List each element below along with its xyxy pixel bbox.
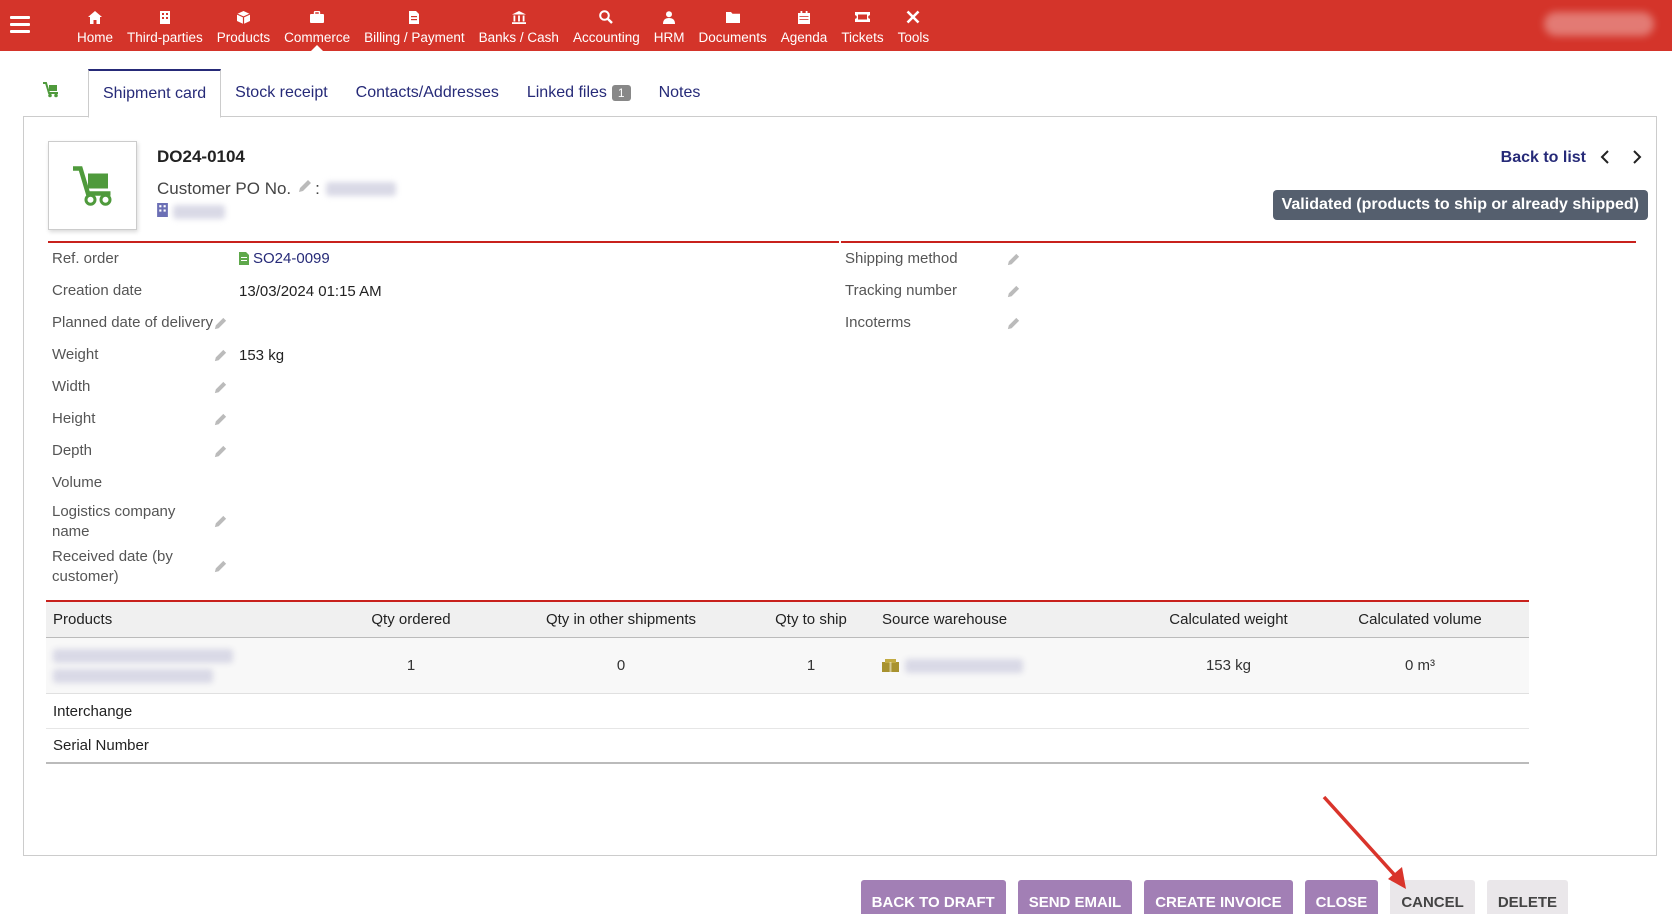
- pencil-icon[interactable]: [207, 559, 234, 574]
- shipment-fields-left: Ref. order SO24-0099 Creation date 13/03…: [48, 241, 839, 589]
- pencil-icon[interactable]: [207, 514, 234, 529]
- field-received-date: Received date (by customer): [48, 544, 839, 589]
- folder-icon: [725, 9, 741, 25]
- search-dollar-icon: [598, 9, 614, 25]
- top-menu-bar: Home Third-parties Products Commerce Bil…: [0, 0, 1672, 51]
- back-to-draft-button[interactable]: Back to draft: [860, 880, 1006, 914]
- red-arrow-annotation-icon: [1322, 795, 1406, 889]
- pencil-icon[interactable]: [207, 444, 234, 459]
- shipment-thumbnail: [48, 141, 137, 230]
- interchange-row: Interchange: [46, 694, 1529, 729]
- field-depth: Depth: [48, 435, 839, 467]
- tab-stock-receipt[interactable]: Stock receipt: [221, 69, 341, 117]
- table-row: 1 0 1 153 kg 0 m³: [46, 638, 1529, 694]
- document-icon: [239, 251, 249, 265]
- source-warehouse[interactable]: [866, 658, 1146, 673]
- action-buttons: Back to draft Send email Create invoice …: [849, 880, 1568, 914]
- menu-hrm[interactable]: HRM: [647, 0, 692, 51]
- card-tabs: Shipment card Stock receipt Contacts/Add…: [24, 69, 715, 118]
- pencil-icon[interactable]: [207, 348, 234, 363]
- customer-po-value-blurred: [325, 181, 396, 196]
- field-weight: Weight 153 kg: [52, 346, 285, 364]
- menu-tickets[interactable]: Tickets: [834, 0, 890, 51]
- cube-icon: [235, 9, 251, 25]
- customer-po-line: Customer PO No. :: [157, 178, 396, 199]
- main-menu: Home Third-parties Products Commerce Bil…: [70, 0, 936, 51]
- pencil-icon[interactable]: [1000, 252, 1027, 267]
- user-account-blurred[interactable]: [1544, 12, 1654, 36]
- pencil-icon[interactable]: [1000, 316, 1027, 331]
- send-email-button[interactable]: Send email: [1017, 880, 1133, 914]
- menu-accounting[interactable]: Accounting: [566, 0, 647, 51]
- field-width: Width: [48, 371, 839, 403]
- field-logistics-company: Logistics company name: [48, 499, 839, 544]
- home-icon: [87, 9, 103, 25]
- tab-contacts-addresses[interactable]: Contacts/Addresses: [342, 69, 513, 117]
- customer-company-line: [157, 203, 225, 221]
- building-icon: [157, 9, 173, 25]
- field-shipping-method: Shipping method: [841, 243, 1636, 275]
- shipment-fields-right: Shipping method Tracking number Incoterm…: [841, 241, 1636, 339]
- ref-order-link[interactable]: SO24-0099: [239, 250, 330, 267]
- calendar-icon: [796, 9, 812, 25]
- chevron-right-icon[interactable]: [1627, 147, 1647, 167]
- products-table-header: Products Qty ordered Qty in other shipme…: [46, 602, 1529, 638]
- ticket-icon: [854, 9, 870, 25]
- hamburger-menu-icon[interactable]: [10, 16, 30, 34]
- pencil-icon[interactable]: [207, 380, 234, 395]
- delete-button[interactable]: Delete: [1486, 880, 1568, 914]
- product-blurred[interactable]: [46, 648, 336, 683]
- create-invoice-button[interactable]: Create invoice: [1144, 880, 1293, 914]
- menu-products[interactable]: Products: [210, 0, 277, 51]
- bank-icon: [511, 9, 527, 25]
- shipment-ref: DO24-0104: [157, 147, 245, 166]
- customer-po-label: Customer PO No.: [157, 178, 292, 198]
- field-planned-delivery-date: Planned date of delivery: [48, 307, 839, 339]
- menu-home[interactable]: Home: [70, 0, 120, 51]
- tab-shipment-card[interactable]: Shipment card: [88, 69, 222, 118]
- field-ref-order: Ref. order SO24-0099: [52, 249, 330, 268]
- menu-third-parties[interactable]: Third-parties: [120, 0, 210, 51]
- field-height: Height: [48, 403, 839, 435]
- building-icon: [157, 203, 168, 221]
- serial-number-row: Serial Number: [46, 729, 1529, 764]
- back-to-list-link[interactable]: Back to list: [1501, 149, 1586, 167]
- user-tie-icon: [661, 9, 677, 25]
- linked-files-count-badge: 1: [611, 85, 631, 101]
- tools-icon: [905, 9, 921, 25]
- pencil-icon[interactable]: [207, 412, 234, 427]
- menu-documents[interactable]: Documents: [691, 0, 773, 51]
- menu-tools[interactable]: Tools: [891, 0, 937, 51]
- boxes-icon: [882, 659, 899, 672]
- field-incoterms: Incoterms: [841, 307, 1636, 339]
- tab-notes[interactable]: Notes: [645, 69, 715, 117]
- pencil-icon[interactable]: [297, 178, 313, 199]
- briefcase-icon: [309, 9, 325, 25]
- dolly-icon: [72, 165, 111, 206]
- shipment-card-panel: DO24-0104 Customer PO No. : Back to list…: [23, 116, 1657, 856]
- products-table: Products Qty ordered Qty in other shipme…: [46, 600, 1529, 764]
- menu-banks-cash[interactable]: Banks / Cash: [472, 0, 566, 51]
- dolly-icon: [38, 77, 64, 103]
- tab-linked-files[interactable]: Linked files 1: [513, 69, 645, 117]
- field-creation-date: Creation date 13/03/2024 01:15 AM: [52, 282, 382, 300]
- pencil-icon[interactable]: [1000, 284, 1027, 299]
- chevron-left-icon[interactable]: [1595, 147, 1615, 167]
- field-tracking-number: Tracking number: [841, 275, 1636, 307]
- menu-billing-payment[interactable]: Billing / Payment: [357, 0, 472, 51]
- menu-agenda[interactable]: Agenda: [774, 0, 835, 51]
- field-volume: Volume: [52, 474, 103, 491]
- pencil-icon[interactable]: [207, 316, 234, 331]
- invoice-icon: [406, 9, 422, 25]
- customer-name-blurred[interactable]: [173, 205, 225, 219]
- status-badge: Validated (products to ship or already s…: [1272, 190, 1648, 220]
- menu-commerce[interactable]: Commerce: [277, 0, 357, 51]
